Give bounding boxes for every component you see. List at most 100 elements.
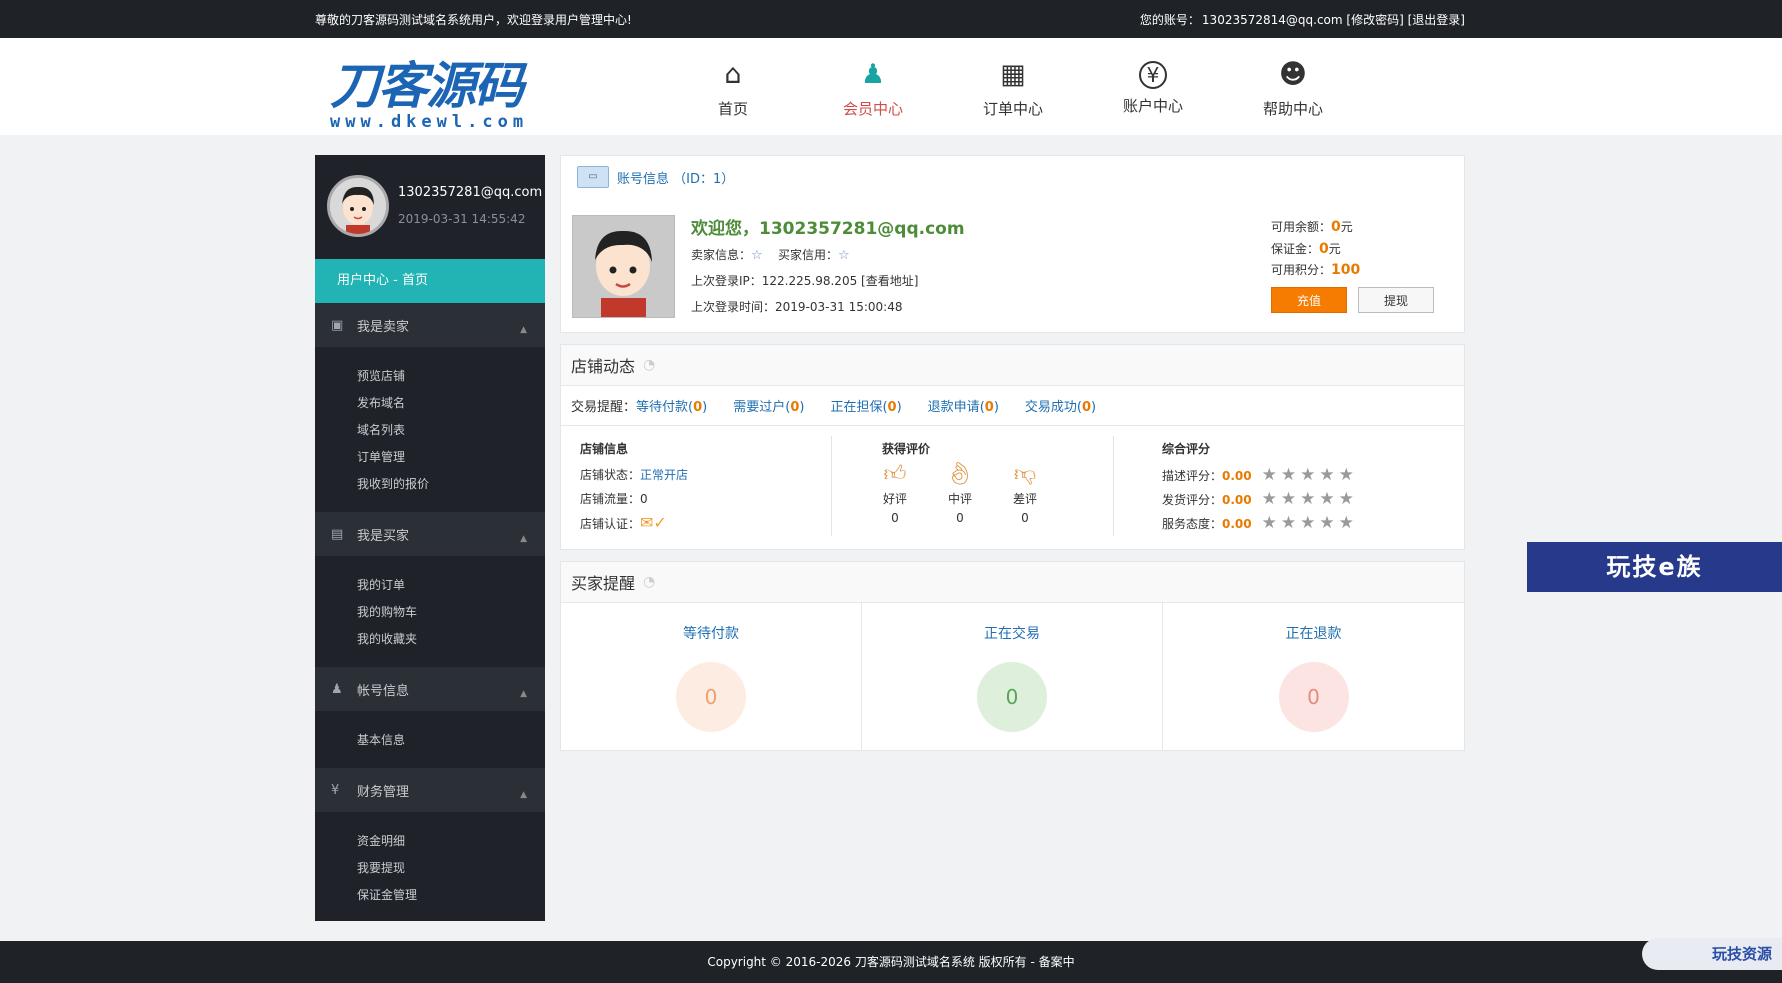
site-logo[interactable]: 刀客源码 www.dkewl.com [330, 58, 530, 138]
sidebar-group-buyer[interactable]: ▤ 我是买家 ▲ [315, 512, 545, 556]
buyer-col-label: 等待付款 [683, 626, 739, 642]
divider [831, 436, 832, 536]
buyer-items: 我的订单 我的购物车 我的收藏夹 [315, 556, 545, 667]
nav-help-center[interactable]: ☻ 帮助中心 [1223, 58, 1363, 119]
shop-body: 店铺信息 店铺状态：正常开店 店铺流量：0 店铺认证：✉✓ 获得评价 👍︎ 好评… [561, 426, 1464, 549]
points-label: 可用积分： [1271, 263, 1332, 277]
sidebar-item-preview-shop[interactable]: 预览店铺 [315, 363, 545, 390]
shop-info: 店铺信息 店铺状态：正常开店 店铺流量：0 店铺认证：✉✓ [580, 440, 688, 535]
nav-home[interactable]: ⌂ 首页 [663, 58, 803, 119]
sidebar-group-seller[interactable]: ▣ 我是卖家 ▲ [315, 303, 545, 347]
traffic-value: 0 [640, 492, 648, 506]
sidebar-group-account[interactable]: ♟ 帐号信息 ▲ [315, 667, 545, 711]
ip-value: 122.225.98.205 [761, 274, 858, 288]
account-items: 基本信息 [315, 711, 545, 768]
buyer-title: 买家提醒 [571, 574, 636, 593]
list-icon: ▤ [331, 526, 344, 542]
shop-info-title: 店铺信息 [580, 442, 629, 456]
trade-count: 0 [984, 400, 994, 415]
sidebar-item-fund-details[interactable]: 资金明细 [315, 828, 545, 855]
score-title: 综合评分 [1162, 442, 1211, 456]
change-password-link[interactable]: [修改密码] [1346, 13, 1403, 27]
rating-stars-icon: ★★★★★ [1261, 489, 1358, 509]
buyer-panel: 买家提醒 ◔ 等待付款 0 正在交易 0 正在退款 0 [560, 561, 1465, 751]
trade-link-wait-pay[interactable]: 等待付款(0) [636, 396, 707, 415]
trade-count: 0 [790, 400, 800, 415]
buyer-panel-header: 买家提醒 ◔ [561, 562, 1464, 603]
thumbs-down-icon: 👎︎ [1013, 462, 1037, 487]
buyer-refunding[interactable]: 正在退款 0 [1163, 603, 1464, 750]
eval-bad: 👎︎ 差评 0 [1000, 460, 1050, 525]
user-icon: ♟ [331, 681, 343, 697]
nav-account-center[interactable]: ¥ 账户中心 [1083, 58, 1223, 119]
sidebar-item-deposit-manage[interactable]: 保证金管理 [315, 882, 545, 909]
finance-items: 资金明细 我要提现 保证金管理 [315, 812, 545, 923]
score-label: 发货评分： [1162, 493, 1223, 507]
trade-count: 0 [693, 400, 703, 415]
trade-count: 0 [1081, 400, 1092, 415]
sidebar-home[interactable]: 用户中心 - 首页 [315, 259, 545, 303]
unit-label: 元 [1328, 242, 1341, 256]
buyer-col-label: 正在交易 [984, 626, 1040, 642]
shop-status-link[interactable]: 正常开店 [640, 468, 688, 482]
trade-link-escrow[interactable]: 正在担保(0) [830, 396, 901, 415]
withdraw-button[interactable]: 提现 [1358, 287, 1434, 313]
logout-link[interactable]: [退出登录] [1408, 13, 1465, 27]
eval-count: 0 [956, 511, 964, 525]
rss-icon: ◔ [643, 574, 656, 590]
rating-stars-icon: ★★★★★ [1261, 465, 1358, 485]
ip-label: 上次登录IP： [691, 274, 762, 288]
view-address-link[interactable]: [查看地址] [861, 274, 918, 288]
account-panel-header: ▭ 账号信息 （ID：1） [561, 156, 1464, 198]
nav-member-center[interactable]: ♟ 会员中心 [803, 58, 943, 119]
sidebar-item-withdraw[interactable]: 我要提现 [315, 855, 545, 882]
eval-good: 👍︎ 好评 0 [870, 460, 920, 525]
nav-order-center[interactable]: ▦ 订单中心 [943, 58, 1083, 119]
sidebar-item-my-cart[interactable]: 我的购物车 [315, 599, 545, 626]
points-row: 可用积分：100 [1271, 261, 1360, 278]
sidebar: 1302357281@qq.com 2019-03-31 14:55:42 用户… [315, 155, 545, 921]
nav-label: 首页 [717, 100, 748, 118]
trade-link-label: 退款申请 [927, 400, 980, 415]
footer-watermark-badge[interactable]: 玩技资源 [1642, 938, 1782, 970]
envelope-check-icon: ✉✓ [640, 513, 667, 532]
buyer-wait-pay[interactable]: 等待付款 0 [561, 603, 862, 750]
sidebar-item-my-orders[interactable]: 我的订单 [315, 572, 545, 599]
yuan-icon: ¥ [331, 782, 340, 798]
charge-button[interactable]: 充值 [1271, 287, 1347, 313]
sidebar-item-domain-list[interactable]: 域名列表 [315, 417, 545, 444]
status-label: 店铺状态： [580, 468, 641, 482]
trade-count: 0 [887, 400, 897, 415]
nav-label: 订单中心 [982, 100, 1043, 118]
trade-link-refund[interactable]: 退款申请(0) [928, 396, 999, 415]
side-watermark-badge[interactable]: 玩技e族 [1527, 542, 1782, 592]
eval-title: 获得评价 [882, 442, 931, 456]
seller-credit-label: 卖家信息： [691, 248, 752, 262]
caret-up-icon: ▲ [520, 534, 527, 544]
points-value: 100 [1331, 262, 1361, 278]
trade-link-success[interactable]: 交易成功(0) [1025, 396, 1096, 415]
sidebar-group-finance[interactable]: ¥ 财务管理 ▲ [315, 768, 545, 812]
deposit-label: 保证金： [1271, 242, 1320, 256]
shop-panel-header: 店铺动态 ◔ [561, 345, 1464, 386]
shop-panel: 店铺动态 ◔ 交易提醒： 等待付款(0) 需要过户(0) 正在担保(0) 退款申… [560, 344, 1465, 550]
trade-link-transfer[interactable]: 需要过户(0) [733, 396, 804, 415]
thumbs-up-icon: 👍︎ [883, 462, 907, 487]
eval-label: 中评 [947, 492, 972, 506]
buyer-credit-label: 买家信用： [777, 248, 838, 262]
score-row: 描述评分：0.00 ★★★★★ [1162, 463, 1358, 487]
overall-scores: 综合评分 描述评分：0.00 ★★★★★ 发货评分：0.00 ★★★★★ 服务态度：… [1162, 440, 1358, 535]
buyer-in-trade[interactable]: 正在交易 0 [862, 603, 1163, 750]
briefcase-icon: ▣ [331, 317, 344, 333]
deposit-row: 保证金：0元 [1271, 240, 1341, 257]
sidebar-item-publish-domain[interactable]: 发布域名 [315, 390, 545, 417]
welcome-text: 尊敬的刀客源码测试域名系统用户，欢迎登录用户管理中心! [315, 12, 632, 27]
sidebar-item-received-offers[interactable]: 我收到的报价 [315, 471, 545, 498]
sidebar-item-basic-info[interactable]: 基本信息 [315, 727, 545, 754]
account-info: 您的账号： 13023572814@qq.com [修改密码] [退出登录] [1138, 11, 1465, 28]
caret-up-icon: ▲ [520, 790, 527, 800]
sidebar-item-my-favorites[interactable]: 我的收藏夹 [315, 626, 545, 653]
user-email: 1302357281@qq.com [398, 185, 543, 200]
sidebar-item-order-manage[interactable]: 订单管理 [315, 444, 545, 471]
buyer-count-circle: 0 [977, 662, 1047, 732]
